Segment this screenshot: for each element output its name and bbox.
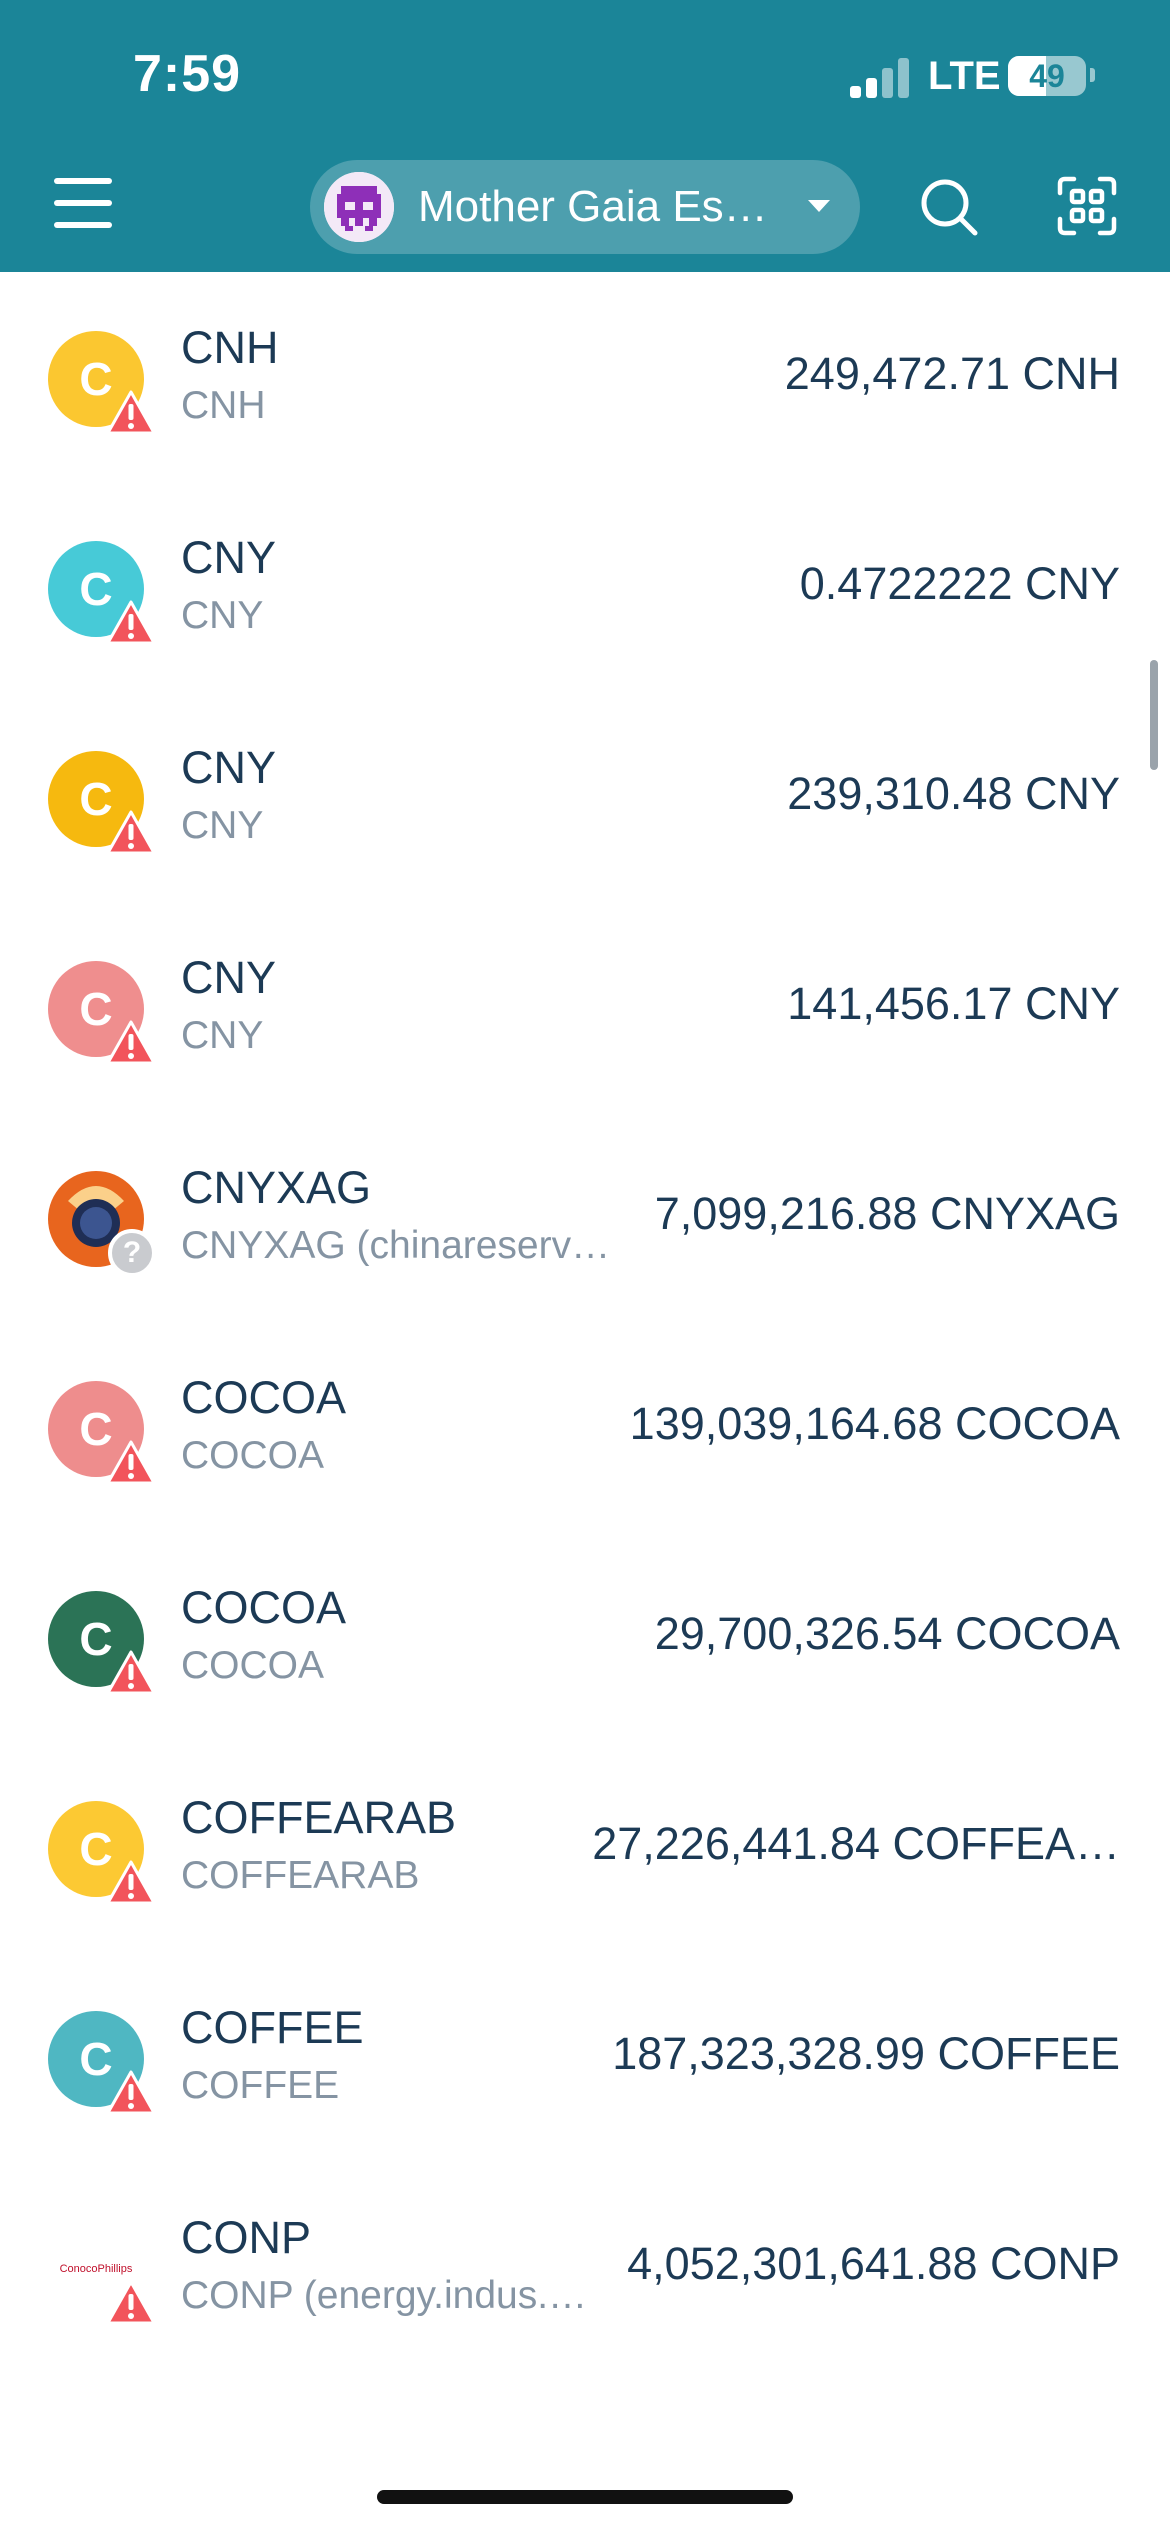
token-balance: 29,700,326.54 COCOA (654, 1608, 1120, 1659)
qr-scan-icon[interactable] (1057, 176, 1117, 236)
home-indicator[interactable] (377, 2490, 793, 2504)
token-balance: 4,052,301,641.88 CONP (627, 2238, 1120, 2289)
token-issuer: CNY (181, 594, 264, 637)
token-row[interactable]: C CNY CNY 239,310.48 CNY (0, 692, 1170, 902)
token-issuer: CNY (181, 1014, 264, 1057)
token-balance: 141,456.17 CNY (787, 978, 1120, 1029)
scrollbar[interactable] (1150, 660, 1158, 770)
token-balance: 139,039,164.68 COCOA (629, 1398, 1120, 1449)
token-balance: 0.4722222 CNY (799, 558, 1120, 609)
token-issuer: CNH (181, 384, 266, 427)
warning-icon (106, 1649, 156, 1695)
signal-icon (850, 58, 912, 98)
token-row[interactable]: C CNH CNH 249,472.71 CNH (0, 272, 1170, 482)
warning-icon (106, 809, 156, 855)
status-time: 7:59 (133, 45, 242, 103)
token-code: COCOA (181, 1582, 347, 1633)
token-icon: C (48, 751, 155, 855)
token-issuer: CNY (181, 804, 264, 847)
token-code: CNY (181, 532, 277, 583)
hamburger-menu-icon[interactable] (54, 178, 112, 228)
token-issuer: COFFEE (181, 2064, 340, 2107)
token-code: COFFEE (181, 2002, 364, 2053)
token-row[interactable]: ConocoPhillips CONP CONP (energy.indus.… 4,… (0, 2162, 1170, 2372)
token-icon: ? (48, 1171, 156, 1277)
token-code: CNYXAG (181, 1162, 372, 1213)
warning-icon (106, 2069, 156, 2115)
question-icon: ? (108, 1229, 156, 1277)
token-row[interactable]: ? CNYXAG CNYXAG (chinareserve… 7,099,216.88… (0, 1112, 1170, 1322)
battery-level: 49 (1029, 58, 1065, 94)
token-balance: 187,323,328.99 COFFEE (612, 2028, 1120, 2079)
token-balance: 249,472.71 CNH (784, 348, 1120, 399)
search-icon[interactable] (918, 176, 980, 238)
token-balance: 7,099,216.88 CNYXAG (654, 1188, 1120, 1239)
warning-icon (106, 1019, 156, 1065)
token-code: CNH (181, 322, 279, 373)
app-header: 7:59 LTE 49 Mother Gaia Es… (0, 0, 1170, 272)
token-row[interactable]: C CNY CNY 0.4722222 CNY (0, 482, 1170, 692)
token-row[interactable]: C COFFEE COFFEE 187,323,328.99 COFFEE (0, 1952, 1170, 2162)
token-code: CONP (181, 2212, 312, 2263)
chevron-down-icon (808, 200, 830, 212)
token-code: CNY (181, 952, 277, 1003)
token-icon: C (48, 961, 155, 1065)
warning-icon (106, 1439, 156, 1485)
token-code: CNY (181, 742, 277, 793)
account-selector[interactable]: Mother Gaia Es… (310, 160, 860, 254)
warning-icon (106, 1859, 156, 1905)
token-issuer: COCOA (181, 1644, 325, 1687)
network-label: LTE (928, 54, 1001, 98)
token-issuer: COCOA (181, 1434, 325, 1477)
token-code: COFFEARAB (181, 1792, 457, 1843)
token-row[interactable]: C COCOA COCOA 139,039,164.68 COCOA (0, 1322, 1170, 1532)
token-icon: C (48, 331, 155, 435)
warning-icon (106, 389, 156, 435)
token-row[interactable]: C COFFEARAB COFFEARAB 27,226,441.84 COFFEA… (0, 1742, 1170, 1952)
warning-icon (106, 2279, 156, 2325)
token-balance: 27,226,441.84 COFFEA… (592, 1818, 1120, 1869)
token-icon: ConocoPhillips (48, 2221, 155, 2325)
token-code: COCOA (181, 1372, 347, 1423)
token-icon: C (48, 541, 155, 645)
token-icon: C (48, 1801, 155, 1905)
account-avatar (324, 172, 394, 242)
token-row[interactable]: C COCOA COCOA 29,700,326.54 COCOA (0, 1532, 1170, 1742)
token-list: C CNH CNH 249,472.71 CNH C CNY CNY 0.4722222 CN… (0, 272, 1170, 2372)
warning-icon (106, 599, 156, 645)
battery-icon: 49 (1008, 56, 1086, 96)
token-issuer: CNYXAG (chinareserve… (181, 1224, 621, 1267)
account-name: Mother Gaia Es… (418, 182, 768, 231)
token-issuer: CONP (energy.indus.… (181, 2274, 588, 2317)
token-icon: C (48, 2011, 155, 2115)
token-issuer: COFFEARAB (181, 1854, 420, 1897)
token-balance: 239,310.48 CNY (787, 768, 1120, 819)
token-row[interactable]: C CNY CNY 141,456.17 CNY (0, 902, 1170, 1112)
token-icon: C (48, 1381, 155, 1485)
token-icon: C (48, 1591, 155, 1695)
